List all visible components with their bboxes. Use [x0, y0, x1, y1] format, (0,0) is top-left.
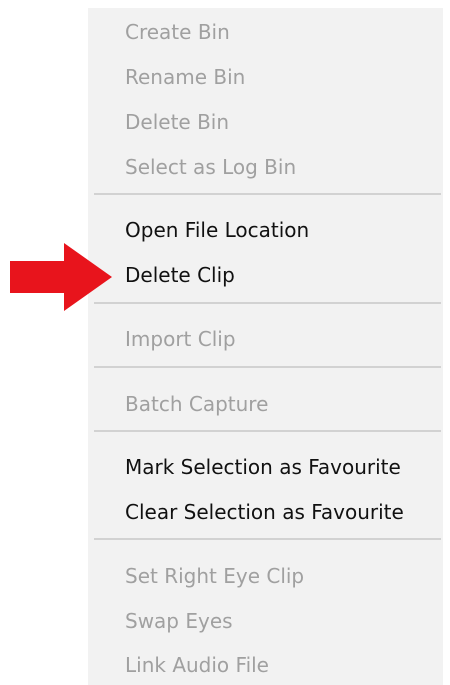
menu-item-mark-selection-as-favourite[interactable]: Mark Selection as Favourite [125, 452, 401, 482]
menu-item-select-as-log-bin[interactable]: Select as Log Bin [125, 152, 296, 182]
menu-separator [94, 430, 441, 432]
menu-item-link-audio-file[interactable]: Link Audio File [125, 650, 269, 680]
menu-separator [94, 302, 441, 304]
menu-item-swap-eyes[interactable]: Swap Eyes [125, 606, 233, 636]
menu-item-rename-bin[interactable]: Rename Bin [125, 62, 245, 92]
red-arrow-icon [10, 243, 112, 311]
menu-separator [94, 193, 441, 195]
menu-item-set-right-eye-clip[interactable]: Set Right Eye Clip [125, 561, 304, 591]
context-menu: Create Bin Rename Bin Delete Bin Select … [88, 8, 443, 685]
menu-item-delete-bin[interactable]: Delete Bin [125, 107, 229, 137]
menu-item-import-clip[interactable]: Import Clip [125, 324, 236, 354]
menu-separator [94, 366, 441, 368]
menu-item-open-file-location[interactable]: Open File Location [125, 215, 309, 245]
menu-separator [94, 538, 441, 540]
menu-item-create-bin[interactable]: Create Bin [125, 17, 230, 47]
menu-item-batch-capture[interactable]: Batch Capture [125, 389, 268, 419]
menu-item-delete-clip[interactable]: Delete Clip [125, 260, 235, 290]
menu-item-clear-selection-as-favourite[interactable]: Clear Selection as Favourite [125, 497, 404, 527]
